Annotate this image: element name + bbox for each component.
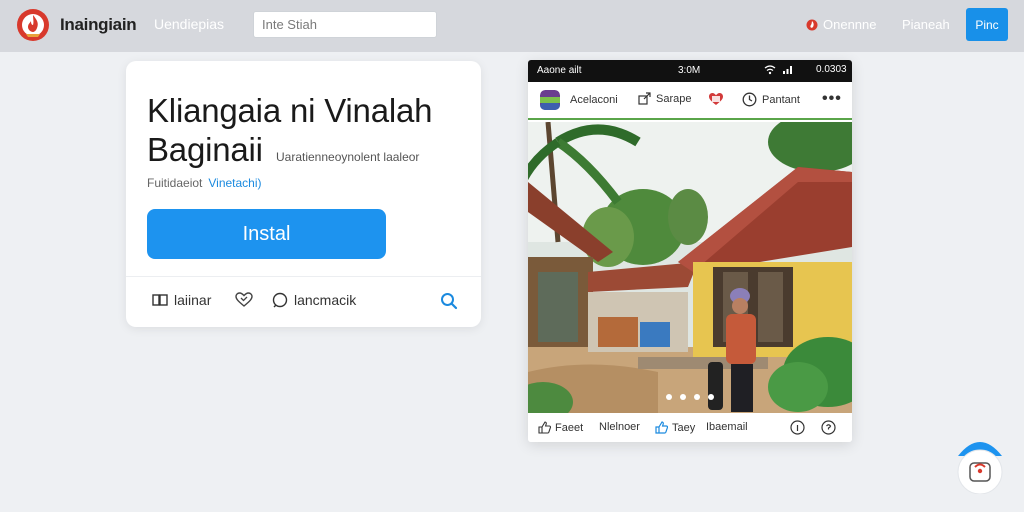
carousel-dot[interactable] xyxy=(694,394,700,400)
toolbar-share[interactable]: Sarape xyxy=(638,92,691,105)
nav-link-onennne[interactable]: Onennne xyxy=(806,17,877,32)
village-photo[interactable] xyxy=(528,122,852,413)
brand[interactable]: Inaingiain xyxy=(16,8,137,42)
battery-text: 0.0303 xyxy=(816,64,847,75)
app-meta: Fuitidaeiot Vinetachi) xyxy=(147,176,262,190)
toolbar-share-label: Sarape xyxy=(656,92,692,105)
toolbar-favorite[interactable] xyxy=(708,92,729,107)
share-icon xyxy=(638,92,651,105)
phone-footer: Faeet Nlelnoer Taey Ibaemail xyxy=(528,413,852,442)
footer-like-label: Faeet xyxy=(555,421,584,434)
footer-save-label: Ibaemail xyxy=(706,421,748,433)
app-toolbar: Acelaconi Sarape Pantant ••• xyxy=(528,82,852,120)
footer-comment-label: Nlelnoer xyxy=(599,421,640,433)
heart-icon xyxy=(709,93,723,105)
folder-icon xyxy=(152,294,168,306)
nav-link[interactable]: Uendiepias xyxy=(154,16,224,32)
app-icon xyxy=(540,90,560,110)
status-icons: 0.0303 xyxy=(764,64,847,75)
wifi-icon xyxy=(764,64,776,74)
action-label: lancmacik xyxy=(294,292,357,308)
nav-link-label: Pianeah xyxy=(902,17,950,32)
divider xyxy=(126,276,481,277)
carousel-dots[interactable] xyxy=(666,394,722,400)
search-icon[interactable] xyxy=(440,292,458,310)
carousel-dot[interactable] xyxy=(666,394,672,400)
footer-share-label: Taey xyxy=(672,421,696,434)
signal-icon xyxy=(783,65,792,74)
app-name[interactable]: Acelaconi xyxy=(540,90,618,110)
footer-comment[interactable]: Nlelnoer xyxy=(599,421,640,433)
heart-icon xyxy=(235,292,253,307)
info-icon[interactable] xyxy=(790,420,805,435)
action-laiinar[interactable]: laiinar xyxy=(152,292,211,308)
action-lancmacik[interactable]: lancmacik xyxy=(272,292,356,308)
brand-name: Inaingiain xyxy=(60,15,137,34)
status-bar: Aaone ailt 3:0M 0.0303 xyxy=(528,60,852,82)
clock-icon xyxy=(742,92,757,107)
app-install-card: Kliangaia ni Vinalah Baginaii Uaratienne… xyxy=(126,61,481,327)
install-button[interactable]: Instal xyxy=(147,209,386,259)
footer-share[interactable]: Taey xyxy=(655,421,695,434)
phone-preview: Aaone ailt 3:0M 0.0303 Acelaconi Sarape … xyxy=(528,60,852,442)
help-icon[interactable] xyxy=(821,420,836,435)
thumbs-up-icon xyxy=(655,421,668,434)
thumbs-up-icon xyxy=(538,421,551,434)
carousel-dot[interactable] xyxy=(680,394,686,400)
top-navigation-bar: Inaingiain Uendiepias Onennne Pianeah Pi… xyxy=(0,0,1024,52)
toolbar-settings-label: Pantant xyxy=(762,93,800,106)
toolbar-settings[interactable]: Pantant xyxy=(742,92,800,107)
flame-icon xyxy=(806,19,818,30)
app-meta-link[interactable]: Vinetachi) xyxy=(208,176,261,190)
action-heart[interactable] xyxy=(235,292,259,308)
chat-bubble-icon xyxy=(272,292,288,308)
flame-logo-icon xyxy=(17,9,49,41)
chat-widget-icon[interactable] xyxy=(955,434,1005,494)
footer-save[interactable]: Ibaemail xyxy=(706,421,748,433)
app-subtitle: Uaratienneoynolent laaleor xyxy=(276,150,420,164)
action-label: laiinar xyxy=(174,292,212,308)
footer-like[interactable]: Faeet xyxy=(538,421,583,434)
carousel-dot[interactable] xyxy=(708,394,714,400)
more-menu-icon[interactable]: ••• xyxy=(822,90,842,108)
search-input[interactable] xyxy=(253,11,437,38)
nav-link-label: Onennne xyxy=(823,17,877,32)
status-left: Aaone ailt xyxy=(537,65,582,76)
nav-link-pianeah[interactable]: Pianeah xyxy=(902,17,950,32)
top-primary-button[interactable]: Pinc xyxy=(966,8,1008,41)
status-time: 3:0M xyxy=(678,65,701,76)
app-name-label: Acelaconi xyxy=(570,94,618,106)
app-meta-text: Fuitidaeiot xyxy=(147,176,203,190)
app-title-line-1: Kliangaia ni Vinalah xyxy=(147,92,433,129)
